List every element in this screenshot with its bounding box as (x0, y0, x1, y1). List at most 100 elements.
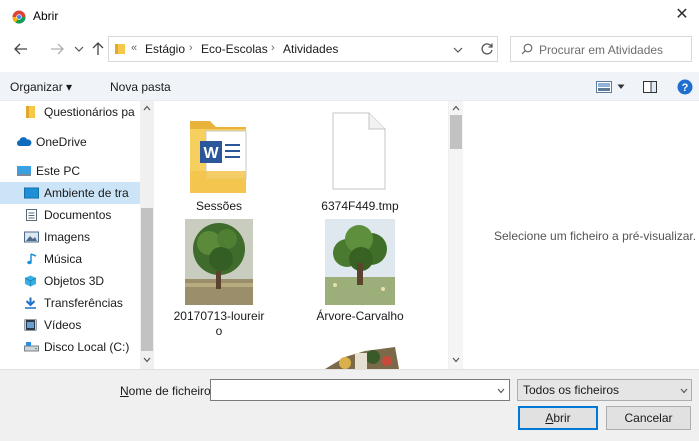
refresh-icon[interactable] (480, 42, 494, 56)
file-list: W Sessões 6374F449.tmp 20170713-loureir … (154, 101, 449, 369)
filename-input[interactable] (210, 379, 510, 401)
address-dropdown-icon[interactable] (453, 46, 463, 54)
navigation-scrollbar-thumb[interactable] (141, 208, 153, 351)
search-box[interactable]: Procurar em Atividades (510, 36, 692, 62)
search-input[interactable]: Procurar em Atividades (539, 43, 663, 57)
nav-item-label: Este PC (36, 164, 81, 178)
nav-item-label: Vídeos (44, 318, 82, 332)
music-icon (27, 253, 37, 265)
scroll-down-icon[interactable] (452, 357, 460, 363)
folder-word-icon: W (190, 121, 247, 193)
nav-item-transferencias[interactable]: Transferências (0, 292, 140, 314)
objects-3d-icon (24, 275, 37, 287)
nav-item-ambiente-de-trabalho[interactable]: Ambiente de tra (0, 182, 140, 204)
search-icon (521, 43, 533, 55)
breadcrumb-eco-escolas[interactable]: Eco-Escolas (201, 42, 268, 56)
open-button-label: brir (553, 411, 571, 425)
nav-item-label: Imagens (44, 230, 91, 244)
nav-item-label: Disco Local (C:) (44, 340, 130, 354)
forward-arrow-icon[interactable] (50, 43, 64, 55)
file-item-carvalho[interactable]: Árvore-Carvalho (305, 217, 415, 337)
preview-message: Selecione um ficheiro a pré-visualizar. (494, 229, 697, 243)
svg-text:W: W (203, 145, 219, 162)
nav-item-musica[interactable]: Música (0, 248, 140, 270)
image-thumbnail-icon (325, 347, 399, 369)
image-thumbnail-icon (185, 219, 253, 305)
preview-pane-icon[interactable] (643, 81, 657, 93)
documents-icon (26, 209, 37, 221)
filename-label-mnemonic: N (120, 384, 129, 398)
breadcrumb-separator[interactable]: › (271, 42, 275, 54)
scroll-down-icon[interactable] (143, 357, 151, 363)
cloud-icon (16, 137, 32, 146)
breadcrumb-atividades[interactable]: Atividades (283, 42, 338, 56)
folder-icon (26, 106, 35, 118)
navigation-scrollbar[interactable] (140, 101, 154, 369)
scroll-up-icon[interactable] (143, 105, 151, 111)
file-item-loureiro[interactable]: 20170713-loureir o (164, 217, 274, 338)
address-bar[interactable]: « Estágio › Eco-Escolas › Atividades (108, 36, 498, 62)
nav-item-label: OneDrive (36, 135, 87, 149)
nav-item-objetos-3d[interactable]: Objetos 3D (0, 270, 140, 292)
videos-icon (24, 319, 37, 331)
nav-item-label: Objetos 3D (44, 274, 105, 288)
nav-item-documentos[interactable]: Documentos (0, 204, 140, 226)
back-arrow-icon[interactable] (14, 43, 28, 55)
file-item-sessoes[interactable]: W Sessões (164, 107, 274, 217)
filename-label: Nome de ficheiro: (120, 384, 214, 398)
close-icon: ✕ (675, 6, 689, 23)
drive-icon (24, 342, 39, 352)
recent-locations-chevron-icon[interactable] (74, 45, 84, 53)
view-options-chevron-icon[interactable] (617, 84, 625, 90)
file-name: Sessões (195, 199, 243, 213)
breadcrumb-estagio[interactable]: Estágio (145, 42, 185, 56)
nav-item-imagens[interactable]: Imagens (0, 226, 140, 248)
file-name-line-2: o (215, 324, 223, 338)
window-title: Abrir (33, 9, 59, 23)
desktop-icon (24, 187, 39, 199)
open-button[interactable]: Abrir (518, 406, 598, 430)
navigation-pane: Questionários pa OneDrive Este PC Ambien… (0, 101, 154, 369)
nav-item-disco-local[interactable]: Disco Local (C:) (0, 336, 140, 358)
app-icon (12, 10, 26, 24)
file-list-scrollbar-thumb[interactable] (450, 115, 462, 149)
svg-text:?: ? (682, 82, 689, 94)
nav-item-questionarios[interactable]: Questionários pa (0, 101, 140, 123)
filename-dropdown-icon[interactable] (497, 388, 505, 394)
nav-item-label: Documentos (44, 208, 112, 222)
nav-item-label: Transferências (44, 296, 123, 310)
title-bar: Abrir ✕ (0, 0, 699, 31)
nav-item-videos[interactable]: Vídeos (0, 314, 140, 336)
nav-item-label: Questionários pa (44, 105, 135, 119)
help-icon[interactable]: ? (677, 79, 693, 95)
command-toolbar: Organizar ▾ Nova pasta ? (0, 72, 699, 101)
breadcrumb-separator[interactable]: › (189, 42, 193, 54)
breadcrumb-overflow[interactable]: « (131, 42, 137, 54)
up-arrow-icon[interactable] (92, 42, 104, 56)
nav-item-onedrive[interactable]: OneDrive (0, 131, 140, 153)
scroll-up-icon[interactable] (452, 105, 460, 111)
nav-item-label: Ambiente de tra (44, 186, 129, 200)
file-type-filter-select[interactable]: Todos os ficheiros (517, 379, 692, 401)
blank-file-icon (332, 112, 386, 190)
new-folder-button[interactable]: Nova pasta (110, 80, 171, 94)
file-item-tmp[interactable]: 6374F449.tmp (305, 107, 415, 217)
nav-item-label: Música (44, 252, 83, 266)
file-list-scrollbar[interactable] (449, 101, 463, 369)
file-name: Árvore-Carvalho (316, 309, 404, 323)
folder-icon (115, 44, 125, 54)
pictures-icon (24, 231, 39, 243)
file-type-filter-value: Todos os ficheiros (523, 383, 620, 397)
nav-item-este-pc[interactable]: Este PC (0, 160, 140, 182)
file-name: 6374F449.tmp (321, 199, 399, 213)
organize-menu-button[interactable]: Organizar ▾ (10, 80, 72, 94)
close-button[interactable]: ✕ (670, 6, 694, 26)
filename-label-text: ome de ficheiro: (128, 384, 215, 398)
image-thumbnail-icon (325, 219, 395, 305)
downloads-icon (25, 297, 36, 309)
cancel-button[interactable]: Cancelar (606, 406, 691, 430)
view-options-icon[interactable] (596, 81, 612, 93)
filter-dropdown-icon (680, 388, 688, 394)
file-name-line-1: 20170713-loureir (173, 309, 265, 323)
file-item-partial[interactable] (305, 347, 415, 369)
